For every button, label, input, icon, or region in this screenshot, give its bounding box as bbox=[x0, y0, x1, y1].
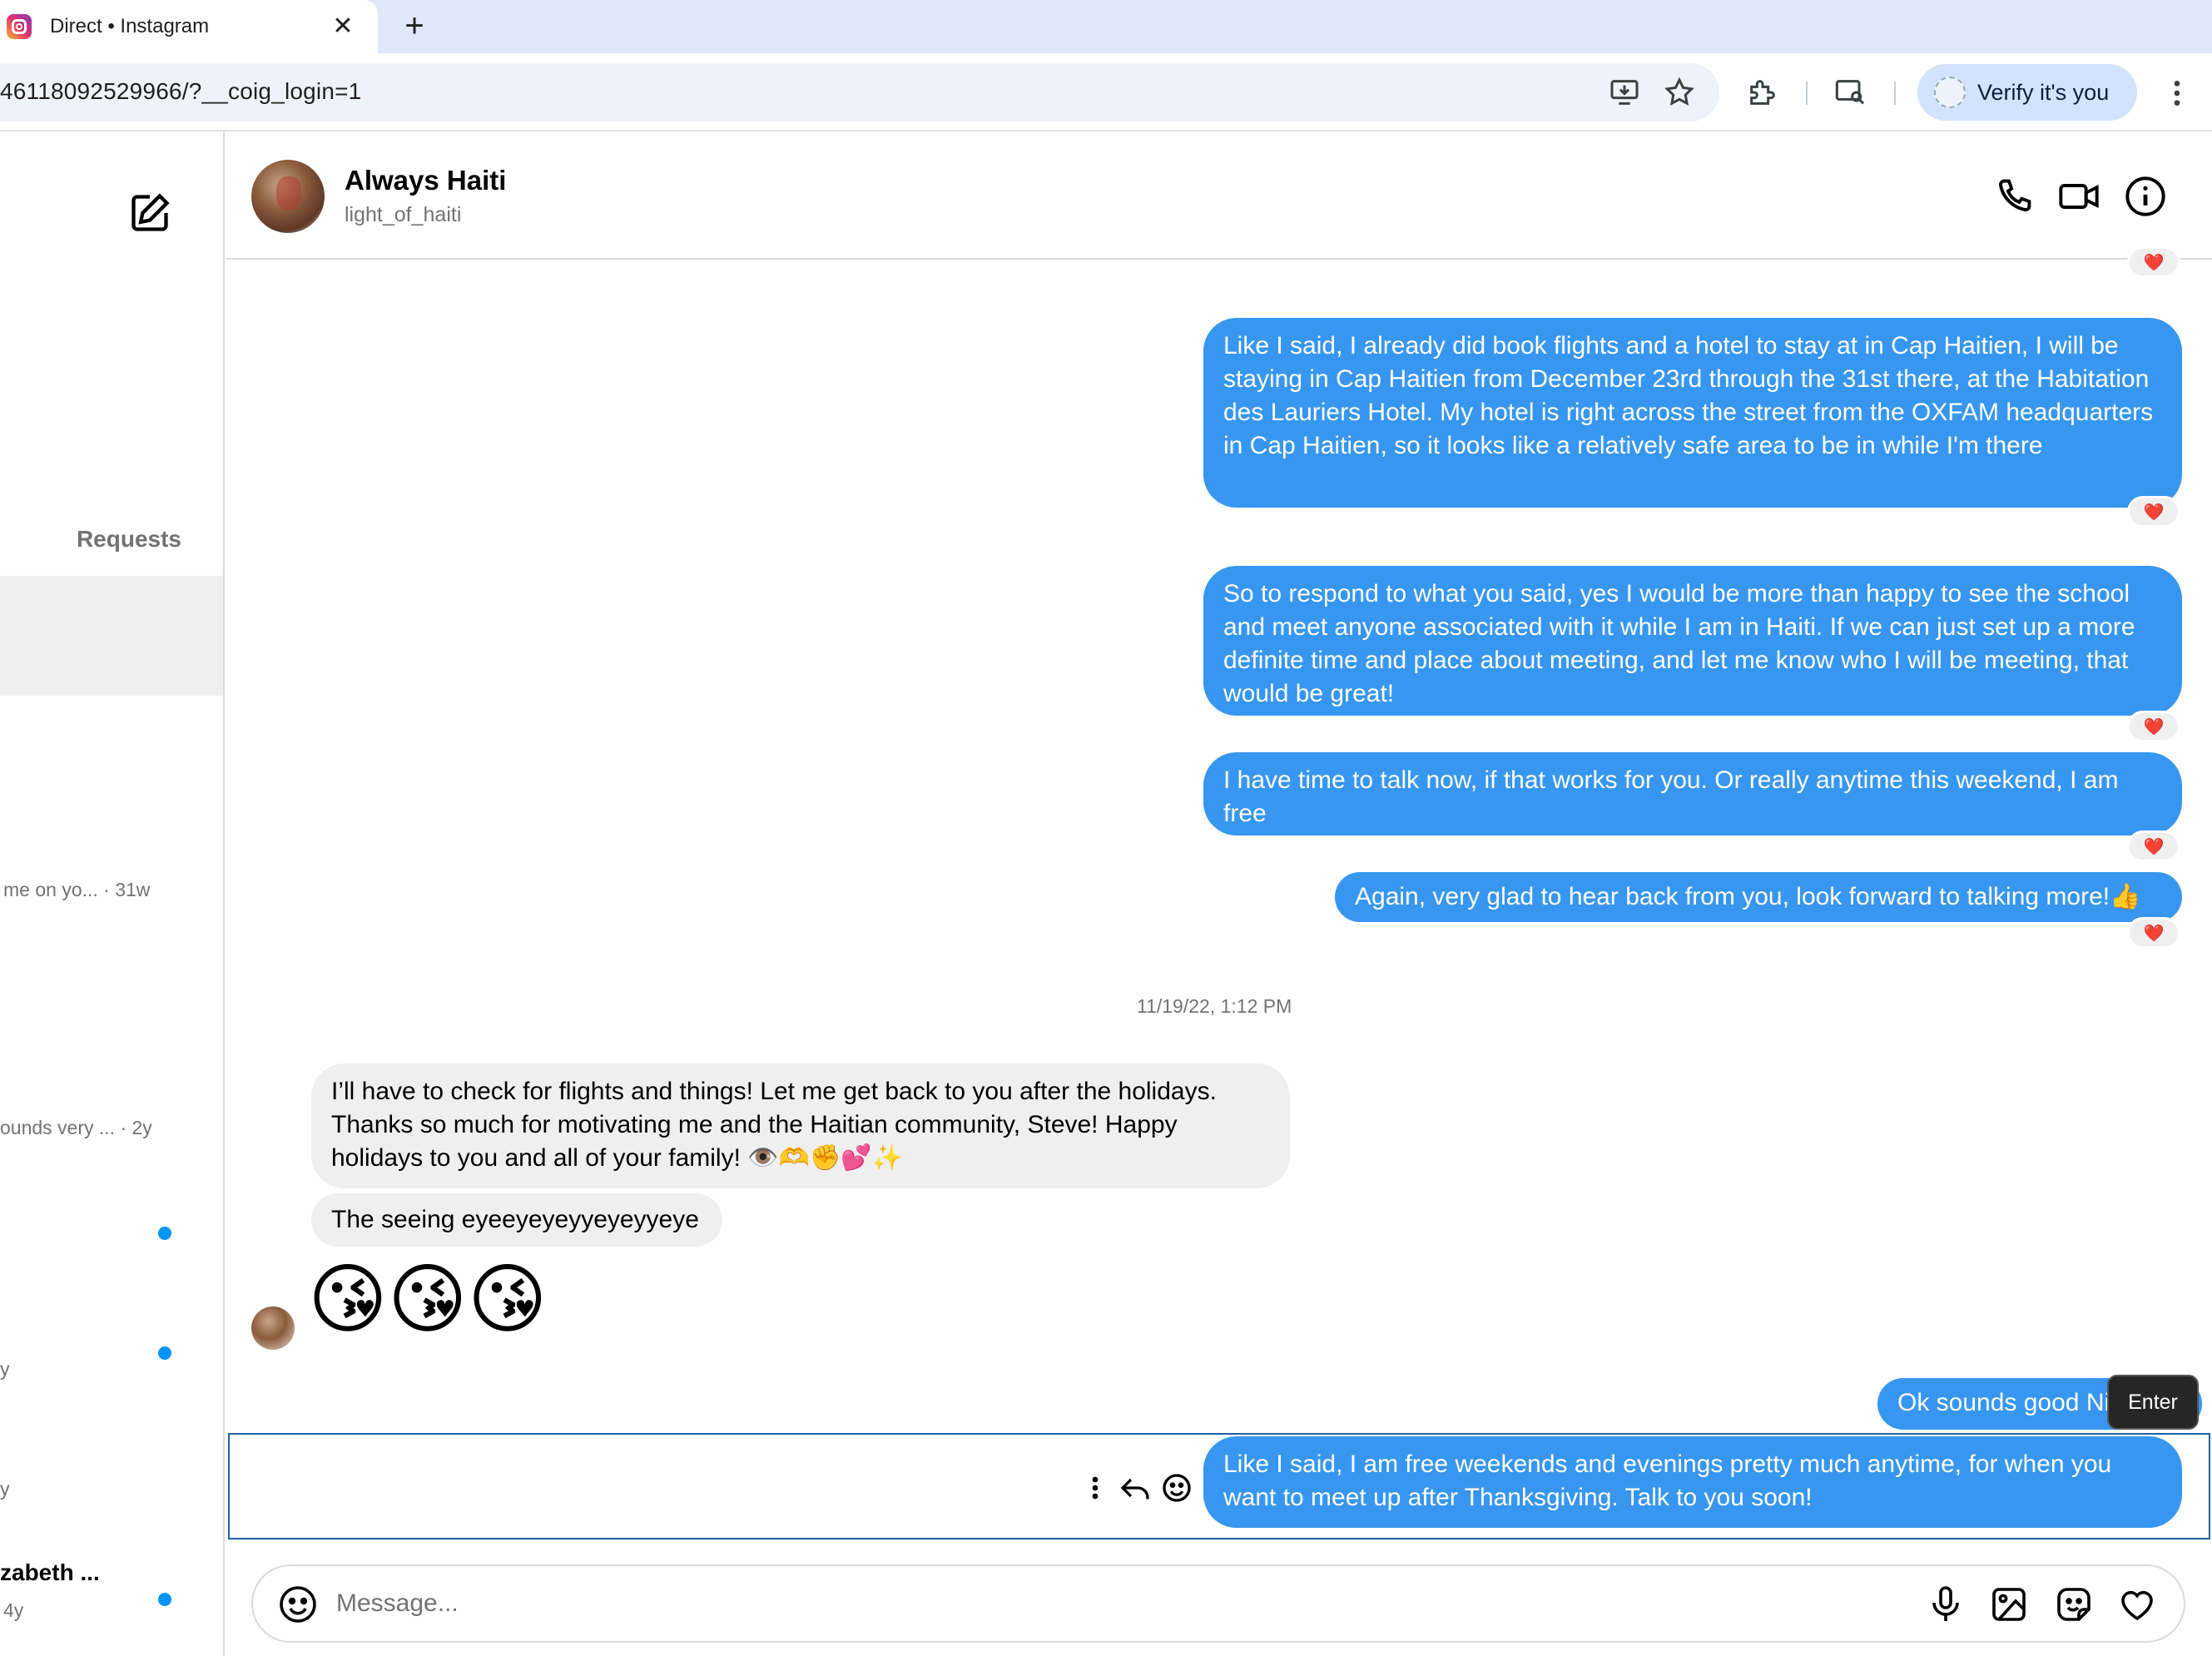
outgoing-message[interactable]: Like I said, I am free weekends and even… bbox=[1203, 1436, 2182, 1528]
selected-conversation-row[interactable] bbox=[0, 576, 223, 696]
heart-reaction[interactable]: ❤️ bbox=[2127, 496, 2180, 528]
instagram-favicon-icon bbox=[7, 14, 32, 39]
like-heart-icon[interactable] bbox=[2117, 1584, 2157, 1624]
incoming-message[interactable]: I’ll have to check for flights and thing… bbox=[311, 1064, 1290, 1188]
browser-toolbar: 46118092529966/?__coig_login=1 Verify it… bbox=[0, 53, 2212, 131]
profile-avatar-icon bbox=[1934, 77, 1966, 108]
verify-label: Verify it's you bbox=[1977, 79, 2110, 105]
phone-call-icon[interactable] bbox=[1992, 175, 2036, 218]
bookmark-star-icon[interactable] bbox=[1663, 76, 1696, 109]
video-call-icon[interactable] bbox=[2057, 175, 2100, 218]
contact-avatar[interactable] bbox=[251, 160, 325, 233]
url-text[interactable]: 46118092529966/?__coig_login=1 bbox=[0, 78, 361, 105]
image-upload-icon[interactable] bbox=[1989, 1584, 2029, 1624]
close-tab-icon[interactable]: ✕ bbox=[325, 8, 361, 45]
outgoing-message[interactable]: I have time to talk now, if that works f… bbox=[1203, 752, 2182, 835]
install-app-icon[interactable] bbox=[1608, 76, 1641, 109]
address-bar[interactable]: 46118092529966/?__coig_login=1 bbox=[0, 63, 1719, 121]
outgoing-message[interactable]: Again, very glad to hear back from you, … bbox=[1335, 872, 2182, 922]
focused-message-row[interactable]: Like I said, I am free weekends and even… bbox=[228, 1433, 2210, 1539]
microphone-icon[interactable] bbox=[1926, 1584, 1966, 1624]
heart-reaction[interactable]: ❤️ bbox=[2127, 711, 2180, 742]
browser-tab-bar: Direct • Instagram ✕ + bbox=[0, 0, 2212, 53]
browser-tab-direct[interactable]: Direct • Instagram ✕ bbox=[0, 0, 378, 53]
unread-indicator bbox=[158, 1227, 171, 1240]
contact-name[interactable]: Always Haiti bbox=[345, 165, 506, 196]
browser-menu-icon[interactable] bbox=[2160, 77, 2194, 110]
enter-tooltip: Enter bbox=[2107, 1375, 2199, 1430]
emoji-picker-icon[interactable] bbox=[278, 1584, 318, 1624]
more-options-icon[interactable] bbox=[1087, 1471, 1104, 1505]
toolbar-separator bbox=[1894, 82, 1896, 105]
requests-link[interactable]: Requests bbox=[77, 526, 181, 553]
inbox-item-snippet[interactable]: me on yo... · 31w bbox=[3, 879, 150, 901]
extensions-icon[interactable] bbox=[1746, 76, 1779, 109]
reply-icon[interactable] bbox=[1118, 1471, 1152, 1505]
sticker-icon[interactable] bbox=[2054, 1584, 2094, 1624]
inbox-item-snippet[interactable]: y bbox=[0, 1358, 10, 1381]
tab-search-icon[interactable] bbox=[1834, 76, 1867, 109]
react-emoji-icon[interactable] bbox=[1160, 1471, 1193, 1505]
conversation-header: Always Haiti light_of_haiti bbox=[226, 131, 2212, 260]
unread-indicator bbox=[158, 1346, 171, 1360]
inbox-sidebar: Requests me on yo... · 31w ounds very ..… bbox=[0, 131, 225, 1656]
contact-handle: light_of_haiti bbox=[345, 203, 462, 226]
message-composer[interactable]: Message... bbox=[251, 1564, 2185, 1643]
heart-reaction[interactable]: ❤️ bbox=[2127, 917, 2180, 949]
inbox-item-snippet[interactable]: ounds very ... · 2y bbox=[0, 1117, 152, 1139]
outgoing-message[interactable]: So to respond to what you said, yes I wo… bbox=[1203, 566, 2182, 716]
message-timestamp: 11/19/22, 1:12 PM bbox=[1137, 995, 1292, 1017]
inbox-item-age: 4y bbox=[3, 1599, 24, 1621]
tab-title: Direct • Instagram bbox=[50, 15, 210, 37]
incoming-message[interactable]: The seeing eyeeyeyeyyeyeyyeye bbox=[311, 1193, 722, 1247]
inbox-item-snippet[interactable]: y bbox=[0, 1478, 10, 1500]
heart-reaction[interactable]: ❤️ bbox=[2127, 830, 2180, 862]
message-input[interactable]: Message... bbox=[336, 1589, 459, 1618]
emoji-message[interactable]: 😘😘😘 bbox=[308, 1258, 548, 1341]
new-tab-icon[interactable]: + bbox=[394, 7, 434, 47]
unread-indicator bbox=[158, 1593, 171, 1606]
inbox-item-name[interactable]: zabeth ... bbox=[0, 1559, 100, 1586]
compose-message-icon[interactable] bbox=[128, 191, 171, 235]
outgoing-message[interactable]: Like I said, I already did book flights … bbox=[1203, 318, 2182, 508]
toolbar-separator bbox=[1806, 82, 1808, 105]
conversation-info-icon[interactable] bbox=[2124, 175, 2167, 218]
profile-verify-button[interactable]: Verify it's you bbox=[1917, 64, 2137, 121]
heart-reaction[interactable]: ❤️ bbox=[2127, 246, 2180, 278]
message-thread[interactable]: ❤️ Like I said, I already did book fligh… bbox=[226, 246, 2212, 1558]
sender-avatar[interactable] bbox=[251, 1306, 295, 1350]
